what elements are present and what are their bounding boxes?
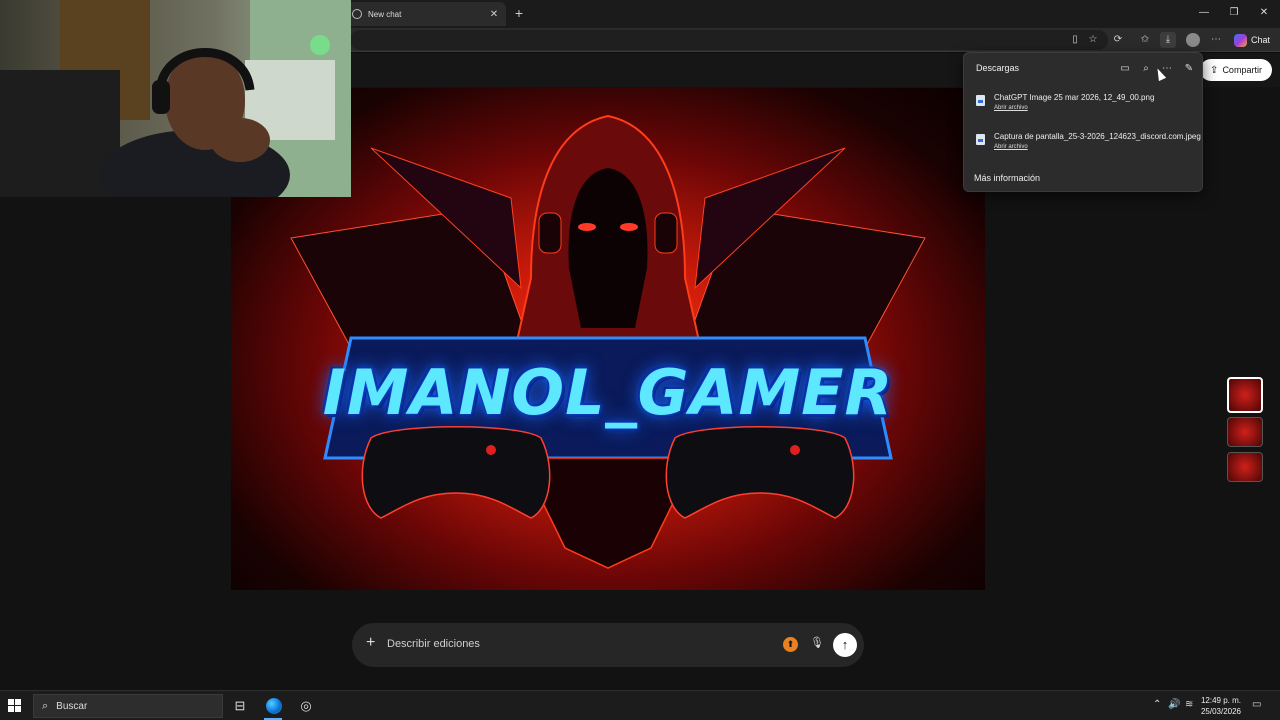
profile-icon[interactable]	[1186, 33, 1200, 47]
search-label: Buscar	[56, 700, 88, 712]
extensions-icon[interactable]: ⟳	[1110, 32, 1126, 48]
open-file-link[interactable]: Abrir archivo	[994, 144, 1028, 150]
share-button[interactable]: ⇪ Compartir	[1200, 59, 1272, 81]
download-filename: Captura de pantalla_25-3-2026_124623_dis…	[994, 132, 1201, 141]
volume-icon[interactable]: 🔊	[1168, 699, 1180, 710]
prompt-bar: + Describir ediciones ⬆ 🎙 ↑	[352, 623, 864, 667]
left-eye	[578, 223, 596, 231]
more-icon[interactable]: ⋯	[1208, 32, 1224, 48]
more-info-link[interactable]: Más información	[974, 173, 1040, 183]
start-button[interactable]	[8, 699, 22, 713]
task-view-icon[interactable]: ⊟	[230, 696, 250, 716]
headset-earcup	[152, 80, 170, 114]
file-icon	[976, 95, 985, 106]
downloads-title: Descargas	[976, 63, 1020, 73]
thumbnail-1[interactable]	[1227, 377, 1263, 413]
right-earcup	[654, 212, 678, 254]
face	[568, 168, 648, 328]
right-controller-button	[790, 445, 800, 455]
right-eye	[620, 223, 638, 231]
edge-browser-icon[interactable]	[266, 698, 282, 714]
left-earcup	[538, 212, 562, 254]
tab-title: New chat	[368, 9, 402, 19]
open-file-link[interactable]: Abrir archivo	[994, 105, 1028, 111]
microphone-icon[interactable]: 🎙	[810, 636, 824, 652]
green-light	[310, 35, 330, 55]
downloads-icon[interactable]: ⤓	[1160, 32, 1176, 48]
file-icon	[976, 134, 985, 145]
pin-icon[interactable]: ✎	[1182, 62, 1196, 76]
add-attachment-button[interactable]: +	[366, 634, 375, 652]
network-icon[interactable]: ≋	[1185, 699, 1193, 710]
minimize-button[interactable]: —	[1188, 4, 1220, 22]
taskbar-search[interactable]: ⌕ Buscar	[33, 694, 223, 718]
thumbnail-2[interactable]	[1227, 417, 1263, 447]
chevron-up-icon[interactable]: ⌃	[1153, 699, 1161, 710]
left-controller	[361, 426, 551, 519]
windows-taskbar: ⌕ Buscar ⊟ ◎ ⌃ 🔊 ≋ 12:49 p. m. 25/03/202…	[0, 690, 1280, 720]
search-icon[interactable]: ⌕	[1139, 62, 1153, 76]
tab-close-button[interactable]: ✕	[488, 9, 500, 20]
left-controller-button	[486, 445, 496, 455]
notifications-icon[interactable]: ▭	[1252, 699, 1261, 710]
image-title-text: IMANOL_GAMER	[322, 356, 894, 429]
download-item[interactable]: Captura de pantalla_25-3-2026_124623_dis…	[974, 132, 1201, 162]
send-button[interactable]: ↑	[833, 633, 857, 657]
copilot-icon	[1234, 33, 1247, 47]
tab-new-chat[interactable]: New chat ✕	[346, 2, 506, 26]
downloads-panel: Descargas ▭ ⌕ ⋯ ✎ ChatGPT Image 25 mar 2…	[963, 52, 1203, 192]
restore-button[interactable]: ❐	[1218, 4, 1250, 22]
chatgpt-favicon-icon	[352, 9, 362, 19]
download-item[interactable]: ChatGPT Image 25 mar 2026, 12_49_00.png …	[974, 93, 1199, 123]
clock-date: 25/03/2026	[1200, 707, 1242, 716]
upload-icon[interactable]: ⬆	[783, 637, 798, 652]
thumbnail-3[interactable]	[1227, 452, 1263, 482]
open-folder-icon[interactable]: ▭	[1118, 62, 1132, 76]
share-label: Compartir	[1222, 65, 1262, 75]
download-filename: ChatGPT Image 25 mar 2026, 12_49_00.png	[994, 93, 1155, 102]
prompt-input[interactable]: Describir ediciones	[387, 638, 480, 650]
share-icon: ⇪	[1210, 64, 1219, 76]
chrome-app-icon[interactable]: ◎	[296, 696, 316, 716]
taskbar-clock[interactable]: 12:49 p. m. 25/03/2026	[1196, 695, 1246, 717]
person-hand	[210, 118, 270, 162]
copilot-chat-button[interactable]: Chat	[1234, 32, 1270, 48]
favorite-star-icon[interactable]: ☆	[1085, 32, 1101, 48]
webcam-overlay	[0, 0, 351, 197]
new-tab-button[interactable]: +	[512, 5, 526, 21]
webcam-scene	[0, 0, 351, 197]
clock-time: 12:49 p. m.	[1200, 696, 1242, 705]
screen: ⇪ Compartir IMANOL_GAMER + Describir edi…	[0, 0, 1280, 720]
reading-view-icon[interactable]: ▯	[1067, 32, 1083, 48]
search-icon: ⌕	[42, 699, 49, 712]
address-bar[interactable]	[350, 30, 1108, 50]
right-controller	[665, 426, 855, 519]
copilot-label: Chat	[1251, 35, 1271, 45]
close-window-button[interactable]: ✕	[1248, 4, 1280, 22]
favorites-icon[interactable]: ✩	[1137, 32, 1153, 48]
